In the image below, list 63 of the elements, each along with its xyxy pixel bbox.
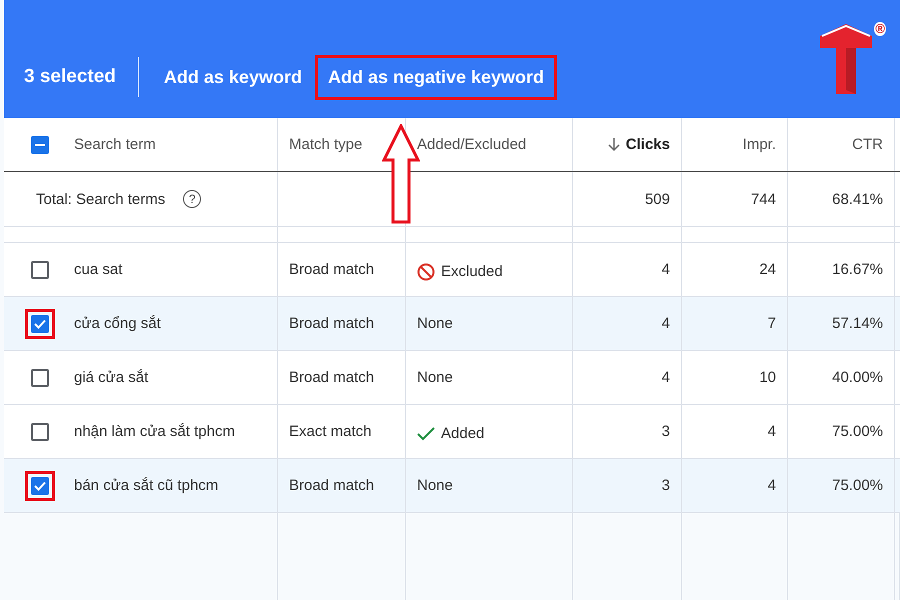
status-label: None [417, 477, 453, 494]
total-label: Total: Search terms [36, 190, 166, 208]
status-label: None [417, 369, 453, 386]
search-term: cửa cổng sắt [74, 315, 161, 332]
table-cell: 4 [768, 423, 776, 440]
status-label: Excluded [441, 263, 503, 280]
column-header[interactable]: Impr. [742, 136, 776, 153]
table-cell: 68.41% [832, 190, 883, 208]
checkbox[interactable] [31, 260, 49, 278]
table-cell: 24 [759, 261, 776, 278]
match-type: Broad match [289, 261, 374, 278]
checkbox[interactable] [31, 136, 49, 154]
checkbox[interactable] [31, 368, 49, 386]
match-type: Broad match [289, 477, 374, 494]
search-term: giá cửa sắt [74, 369, 148, 386]
check-icon [34, 480, 46, 490]
search-term: nhận làm cửa sắt tphcm [74, 423, 235, 440]
check-icon [417, 426, 435, 440]
table-row[interactable]: bán cửa sắt cũ tphcm Broad match None 3 4 75.00% [4, 459, 900, 513]
column-header[interactable]: Clicks [626, 136, 670, 153]
table-cell: 4 [662, 369, 670, 386]
help-icon[interactable]: ? [183, 190, 202, 208]
table-cell: 3 [662, 477, 670, 494]
search-term: cua sat [74, 261, 122, 278]
check-icon [34, 318, 46, 328]
registered-mark: ® [874, 22, 886, 36]
match-type: Exact match [289, 423, 372, 440]
checkbox[interactable] [31, 314, 49, 332]
table-cell: 7 [768, 315, 776, 332]
table-cell: 16.67% [832, 261, 883, 278]
match-type: Broad match [289, 369, 374, 386]
column-header[interactable]: CTR [852, 136, 883, 153]
table-cell: 10 [759, 369, 776, 386]
status-label: None [417, 315, 453, 332]
selection-count: 3 selected [24, 57, 139, 97]
table-row[interactable]: nhận làm cửa sắt tphcm Exact match Added 3 4 75.00% [4, 405, 900, 459]
sort-down-icon[interactable] [608, 138, 620, 152]
match-type: Broad match [289, 315, 374, 332]
table-cell: 4 [662, 261, 670, 278]
table-cell: 75.00% [832, 423, 883, 440]
logo-icon [818, 22, 874, 94]
search-term: bán cửa sắt cũ tphcm [74, 477, 218, 494]
table-cell: 3 [662, 423, 670, 440]
table-cell: 4 [662, 315, 670, 332]
table-row[interactable]: cửa cổng sắt Broad match None 4 7 57.14% [4, 297, 900, 351]
column-header[interactable]: Search term [74, 136, 156, 153]
toolbar-action-button[interactable]: Add as negative keyword [314, 54, 558, 100]
column-header[interactable]: Added/Excluded [417, 136, 526, 153]
checkbox[interactable] [31, 422, 49, 440]
column-header[interactable]: Match type [289, 136, 362, 153]
table-cell: 4 [768, 477, 776, 494]
checkbox[interactable] [31, 476, 49, 494]
table-cell: 40.00% [832, 369, 883, 386]
table-cell: 509 [644, 190, 670, 208]
table-row[interactable]: cua sat Broad match Excluded 4 24 16.67% [4, 243, 900, 297]
table-row[interactable]: giá cửa sắt Broad match None 4 10 40.00% [4, 351, 900, 405]
table-cell: 75.00% [832, 477, 883, 494]
toolbar-action-button[interactable]: Add as keyword [150, 54, 315, 100]
table-cell: 744 [750, 190, 776, 208]
table-cell: 57.14% [832, 315, 883, 332]
blocked-icon [417, 262, 435, 280]
status-label: Added [441, 425, 484, 442]
minus-icon [35, 144, 45, 146]
